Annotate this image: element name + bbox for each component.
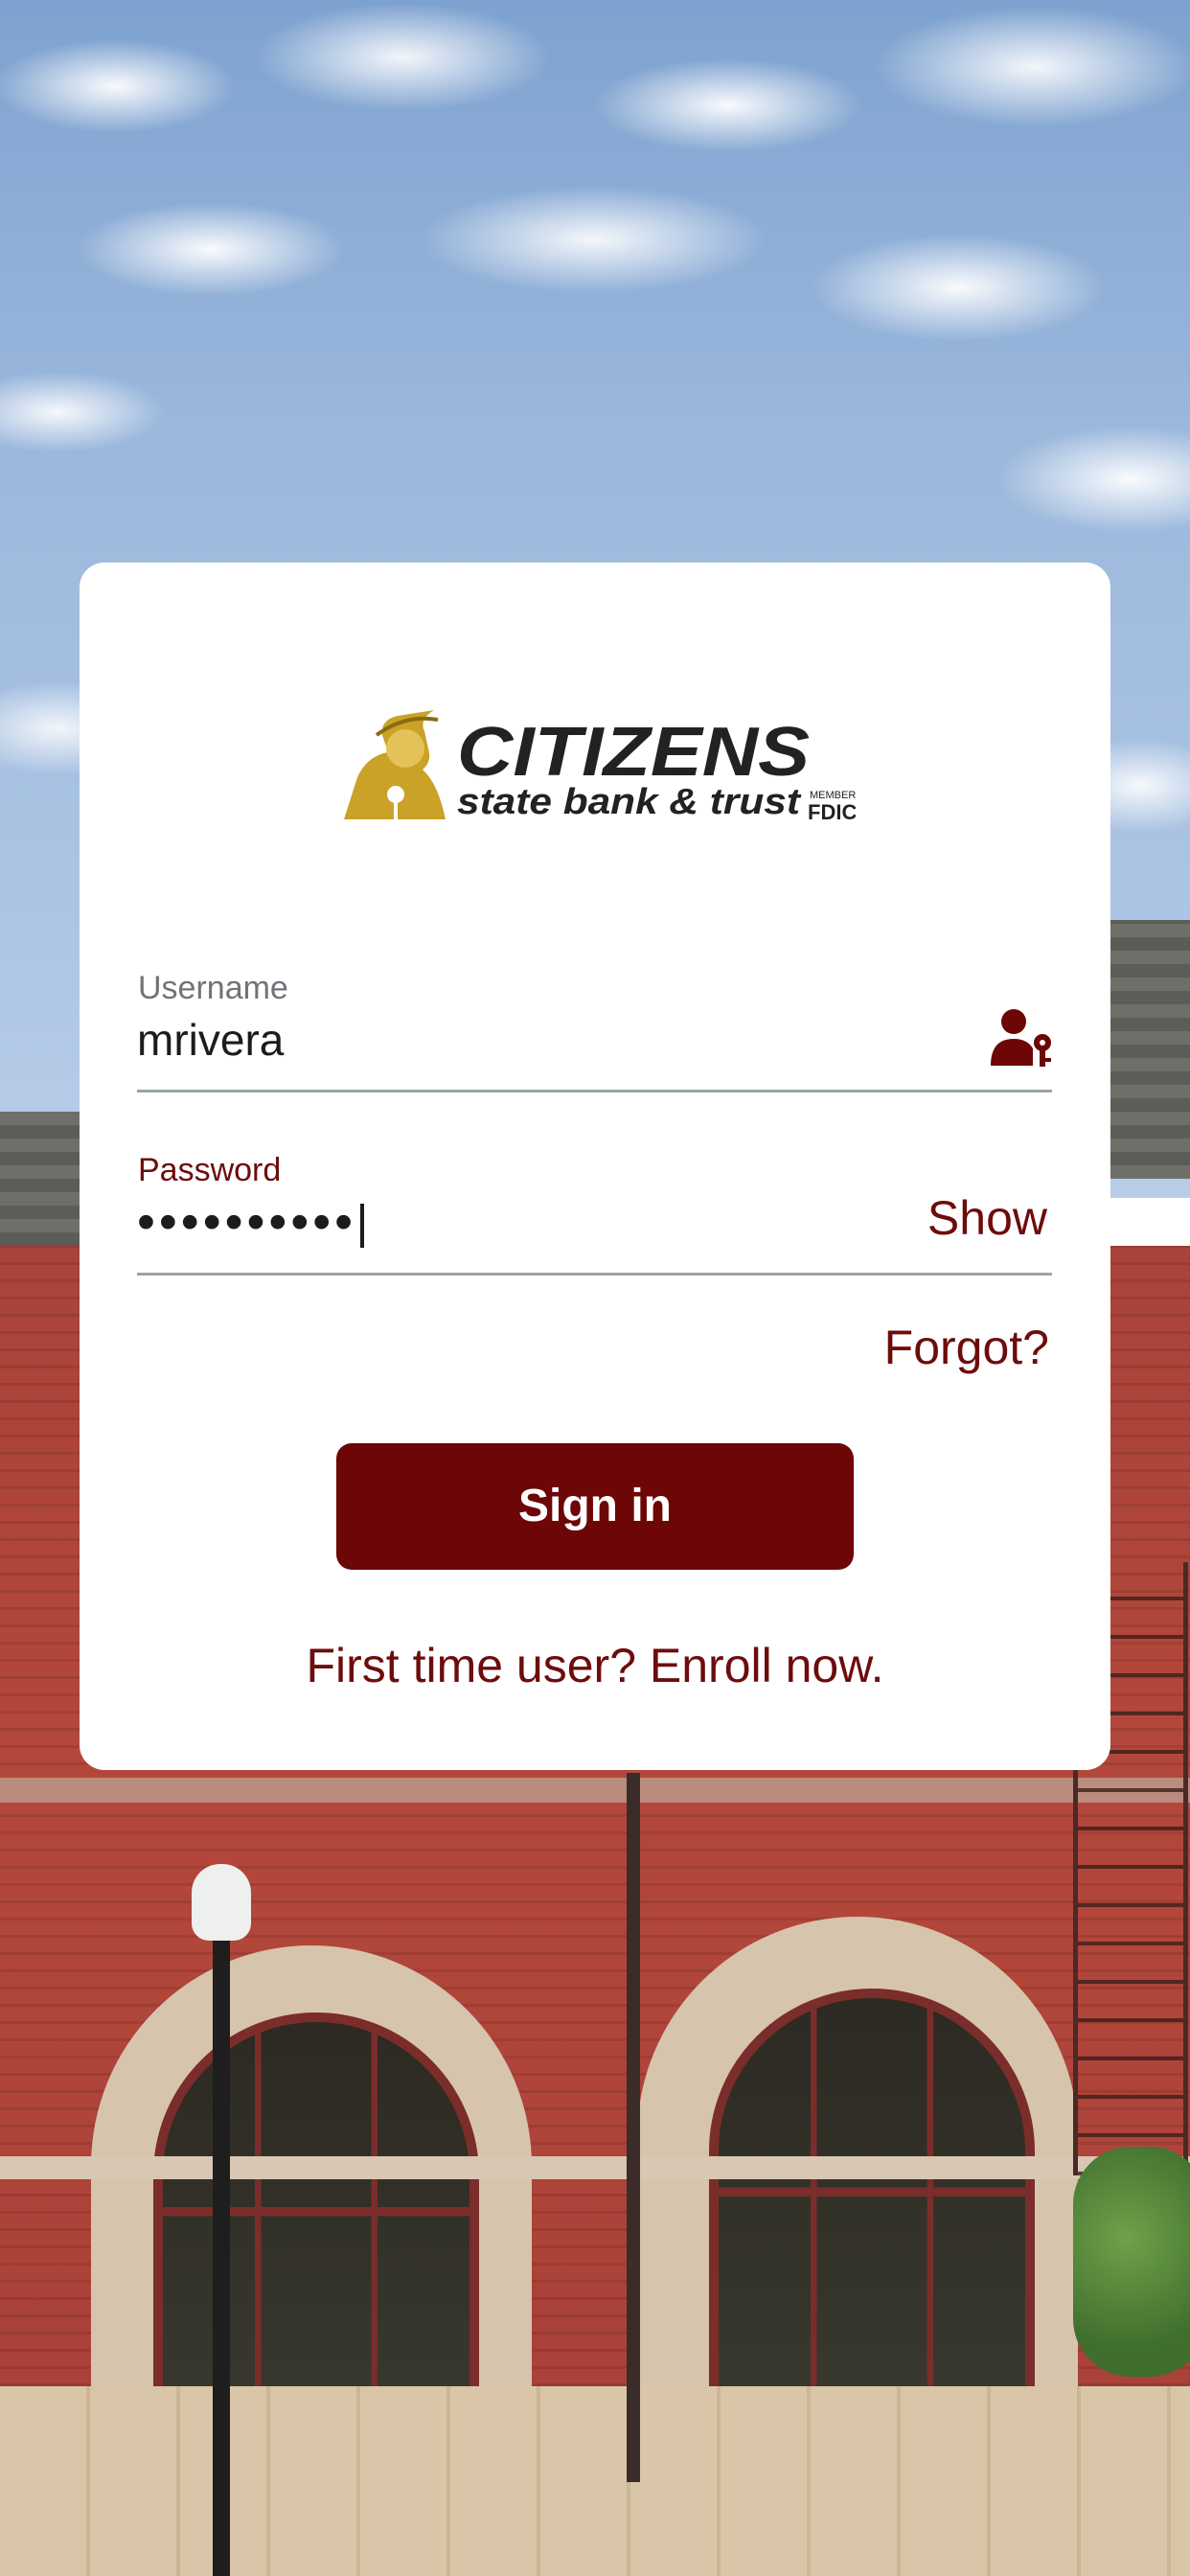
password-field[interactable]: Password •••••••••• Show bbox=[137, 1152, 1052, 1276]
show-password-toggle[interactable]: Show bbox=[927, 1190, 1047, 1246]
username-label: Username bbox=[138, 970, 288, 1006]
sign-in-button[interactable]: Sign in bbox=[336, 1443, 854, 1570]
tree bbox=[1073, 2147, 1190, 2377]
username-field[interactable]: Username mrivera bbox=[137, 970, 1052, 1092]
stone-band bbox=[0, 2156, 1190, 2179]
chief-emblem-icon bbox=[344, 710, 446, 819]
fdic-label: FDIC bbox=[808, 800, 856, 824]
password-input[interactable]: •••••••••• bbox=[137, 1192, 365, 1252]
forgot-link[interactable]: Forgot? bbox=[884, 1320, 1049, 1375]
lamp-post bbox=[213, 1926, 230, 2576]
roof bbox=[1102, 920, 1190, 1179]
username-input[interactable]: mrivera bbox=[137, 1014, 284, 1066]
lamp-globe bbox=[192, 1864, 251, 1941]
brand-tagline: state bank & trust bbox=[457, 782, 801, 822]
drain-pipe bbox=[627, 1773, 640, 2482]
cornice bbox=[0, 1778, 1190, 1803]
password-masked-value: •••••••••• bbox=[137, 1193, 357, 1251]
brand-name: CITIZENS bbox=[457, 714, 810, 791]
password-label: Password bbox=[138, 1152, 282, 1188]
stone-base bbox=[0, 2386, 1190, 2576]
user-key-icon[interactable] bbox=[989, 1008, 1052, 1068]
text-cursor bbox=[360, 1203, 365, 1248]
enroll-link[interactable]: First time user? Enroll now. bbox=[80, 1638, 1110, 1693]
login-card: CITIZENS state bank & trust MEMBER FDIC … bbox=[80, 563, 1110, 1770]
citizens-logo: CITIZENS state bank & trust MEMBER FDIC bbox=[344, 710, 856, 824]
